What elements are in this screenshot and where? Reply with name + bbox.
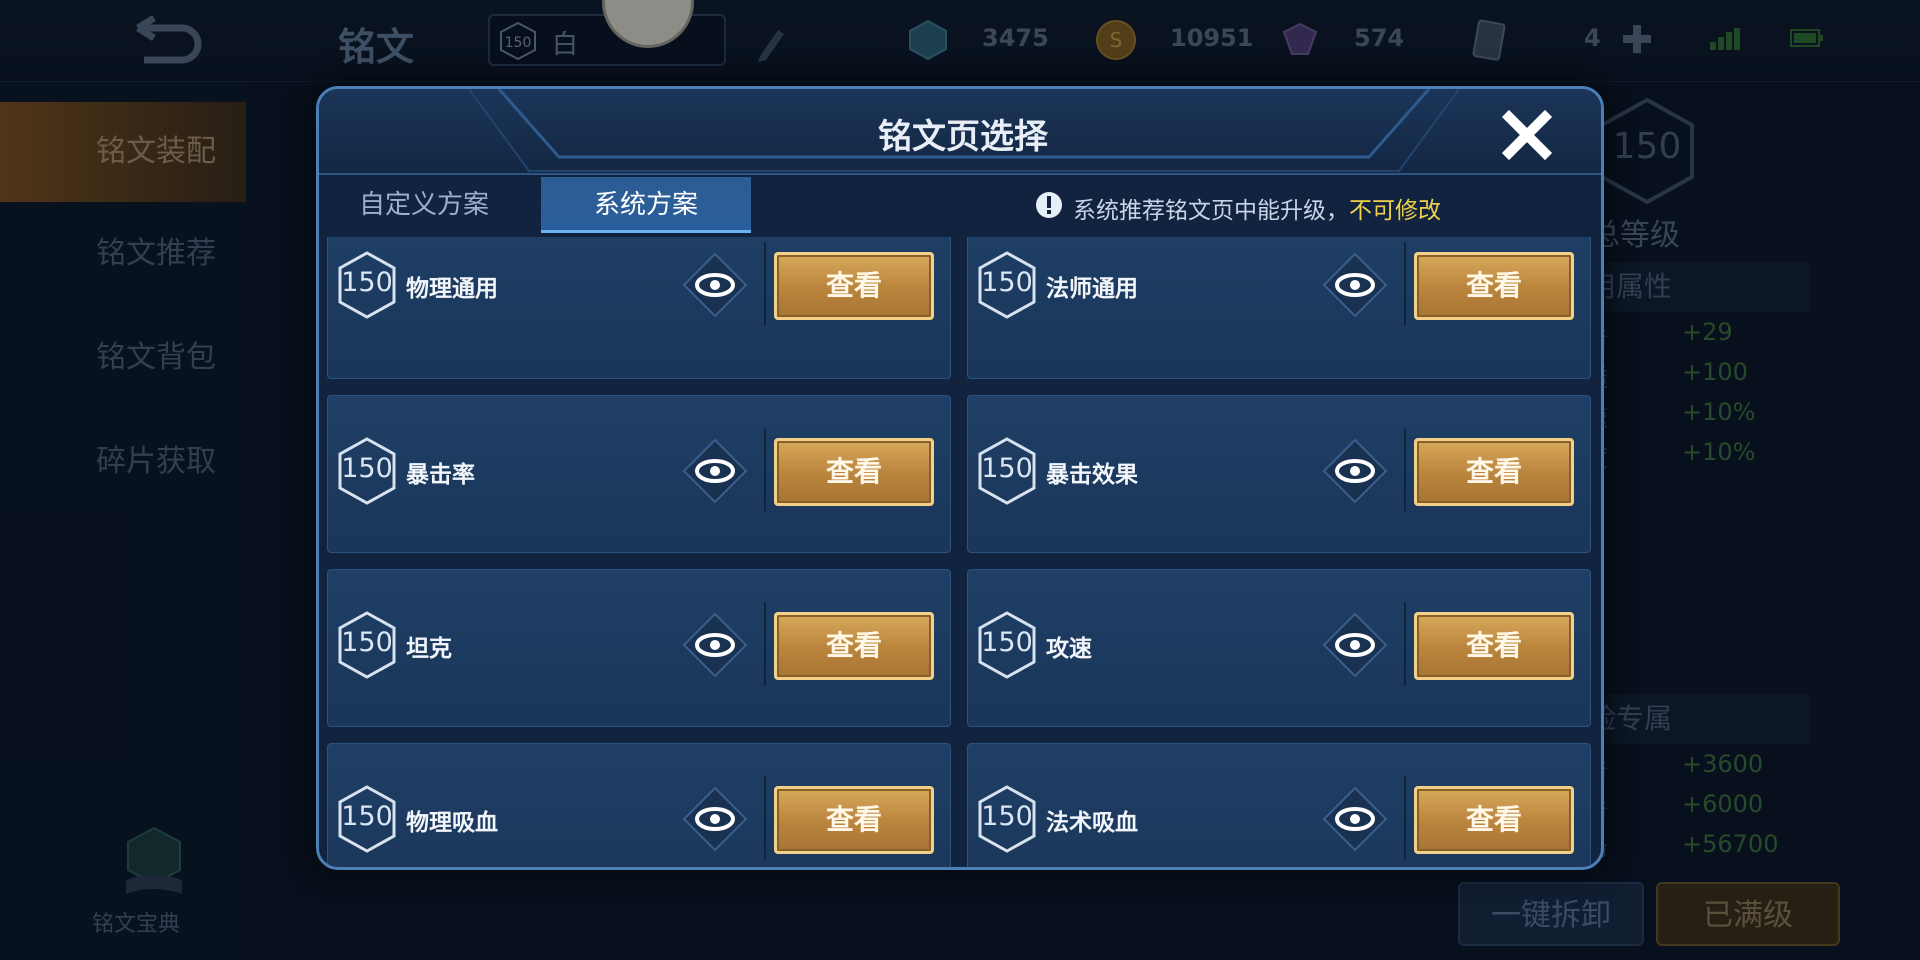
eye-preview-icon[interactable]: [1320, 784, 1390, 854]
list-item: 150 暴击率 查看: [327, 395, 951, 553]
list-item: 150 法术吸血 查看: [967, 743, 1591, 867]
inscription-page-select-modal: 铭文页选择 自定义方案 系统方案 系统推荐铭文页中能升级，不可修改 150 物理…: [316, 86, 1604, 870]
eye-preview-icon[interactable]: [1320, 610, 1390, 680]
modal-title: 铭文页选择: [878, 117, 1048, 157]
divider: [1404, 428, 1406, 512]
tab-custom-plan[interactable]: 自定义方案: [319, 177, 529, 233]
view-button[interactable]: 查看: [1414, 612, 1574, 680]
page-level: 150: [981, 453, 1033, 484]
page-level: 150: [981, 267, 1033, 298]
page-name: 物理通用: [406, 276, 498, 302]
page-name: 暴击率: [406, 462, 475, 488]
view-button[interactable]: 查看: [1414, 252, 1574, 320]
page-name: 法师通用: [1046, 276, 1138, 302]
divider: [764, 776, 766, 860]
tab-system-plan[interactable]: 系统方案: [541, 177, 751, 233]
notice-warning: 不可修改: [1349, 198, 1441, 224]
divider: [764, 242, 766, 326]
page-level: 150: [981, 627, 1033, 658]
divider: [1404, 776, 1406, 860]
eye-preview-icon[interactable]: [680, 784, 750, 854]
list-item: 150 物理通用 查看: [327, 237, 951, 379]
page-level: 150: [981, 801, 1033, 832]
view-button[interactable]: 查看: [1414, 438, 1574, 506]
eye-preview-icon[interactable]: [1320, 436, 1390, 506]
list-item: 150 暴击效果 查看: [967, 395, 1591, 553]
notice-text: 系统推荐铭文页中能升级，不可修改: [1073, 191, 1441, 225]
page-level: 150: [341, 627, 393, 658]
page-level: 150: [341, 801, 393, 832]
inscription-page-list: 150 物理通用 查看 150 法师通用 查看 150 暴击率 查看 150 暴…: [327, 237, 1599, 867]
list-item: 150 坦克 查看: [327, 569, 951, 727]
page-name: 物理吸血: [406, 810, 498, 836]
page-level: 150: [341, 453, 393, 484]
view-button[interactable]: 查看: [1414, 786, 1574, 854]
view-button[interactable]: 查看: [774, 252, 934, 320]
notice-main: 系统推荐铭文页中能升级，: [1073, 198, 1349, 224]
eye-preview-icon[interactable]: [680, 250, 750, 320]
list-item: 150 物理吸血 查看: [327, 743, 951, 867]
page-name: 攻速: [1046, 636, 1092, 662]
modal-header: 铭文页选择: [319, 89, 1601, 175]
list-item: 150 攻速 查看: [967, 569, 1591, 727]
close-icon[interactable]: [1499, 107, 1555, 163]
view-button[interactable]: 查看: [774, 786, 934, 854]
page-name: 坦克: [406, 636, 452, 662]
page-name: 暴击效果: [1046, 462, 1138, 488]
list-item: 150 法师通用 查看: [967, 237, 1591, 379]
view-button[interactable]: 查看: [774, 612, 934, 680]
divider: [1404, 602, 1406, 686]
tab-bar: 自定义方案 系统方案 系统推荐铭文页中能升级，不可修改: [319, 177, 1601, 233]
eye-preview-icon[interactable]: [1320, 250, 1390, 320]
view-button[interactable]: 查看: [774, 438, 934, 506]
divider: [764, 602, 766, 686]
divider: [764, 428, 766, 512]
eye-preview-icon[interactable]: [680, 610, 750, 680]
info-exclamation-icon: [1036, 192, 1062, 218]
page-name: 法术吸血: [1046, 810, 1138, 836]
eye-preview-icon[interactable]: [680, 436, 750, 506]
page-level: 150: [341, 267, 393, 298]
divider: [1404, 242, 1406, 326]
